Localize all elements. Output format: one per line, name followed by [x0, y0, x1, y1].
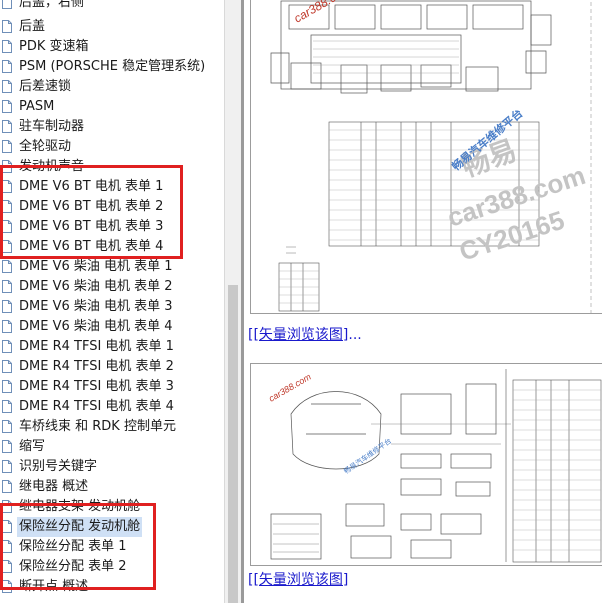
- tree-item-label: DME V6 BT 电机 表单 3: [19, 219, 164, 234]
- document-icon: [2, 300, 12, 313]
- tree-item-label: PASM: [19, 99, 55, 114]
- document-icon: [2, 260, 12, 273]
- document-tree[interactable]: 后盖，右侧后盖 PDK 变速箱 PSM (PORSCHE 稳定管理系统) 后差速锁 PA…: [0, 0, 224, 603]
- document-icon: [2, 140, 12, 153]
- tree-item-label: 缩写: [19, 439, 46, 454]
- tree-item-label: DME V6 柴油 电机 表单 1: [19, 259, 173, 274]
- tree-item-label: 驻车制动器: [19, 119, 85, 134]
- tree-item-label: 发动机声音: [19, 159, 85, 174]
- document-icon: [2, 560, 12, 573]
- tree-item-label: DME V6 BT 电机 表单 1: [19, 179, 164, 194]
- document-icon: [2, 440, 12, 453]
- document-icon: [2, 520, 12, 533]
- tree-item-label: 保险丝分配 发动机舱: [17, 517, 143, 537]
- tree-item-label: DME V6 BT 电机 表单 2: [19, 199, 164, 214]
- tree-item-label: 车桥线束 和 RDK 控制单元: [19, 419, 176, 434]
- document-icon: [2, 220, 12, 233]
- document-icon: [2, 400, 12, 413]
- tree-scrollbar[interactable]: [224, 0, 241, 603]
- tree-item-label: 保险丝分配 表单 1: [19, 539, 127, 554]
- document-icon: [2, 120, 12, 133]
- document-icon: [2, 500, 12, 513]
- vector-view-link-1[interactable]: [[矢量浏览该图]...: [248, 324, 362, 344]
- link-2-text[interactable]: [矢量浏览该图]: [253, 572, 348, 588]
- scrollbar-thumb[interactable]: [228, 285, 238, 603]
- tree-item-label: DME R4 TFSI 电机 表单 1: [19, 339, 174, 354]
- wiring-diagram-1[interactable]: car388.com 畅易 car388.com CY20165 畅易汽车维修平…: [250, 0, 602, 314]
- tree-item-label: DME V6 柴油 电机 表单 2: [19, 279, 173, 294]
- tree-item-label: 后盖: [19, 19, 46, 34]
- document-icon: [2, 240, 12, 253]
- tree-item-label: DME V6 柴油 电机 表单 3: [19, 299, 173, 314]
- document-icon: [2, 420, 12, 433]
- tree-item-label: PSM (PORSCHE 稳定管理系统): [19, 59, 206, 74]
- tree-item-label: 后差速锁: [19, 79, 72, 94]
- tree-item-label: DME V6 BT 电机 表单 4: [19, 239, 164, 254]
- document-icon: [2, 280, 12, 293]
- document-icon: [2, 60, 12, 73]
- tree-item-label: 继电器支架 发动机舱: [19, 499, 141, 514]
- tree-item-label: PDK 变速箱: [19, 39, 89, 54]
- tree-item-label: DME R4 TFSI 电机 表单 2: [19, 359, 174, 374]
- tree-item-label: DME R4 TFSI 电机 表单 4: [19, 399, 174, 414]
- document-icon: [2, 0, 12, 9]
- watermark-1: car388.com: [292, 0, 353, 26]
- tree-item-label: 断开点 概述: [19, 579, 89, 594]
- document-icon: [2, 360, 12, 373]
- tree-item-label: 继电器 概述: [19, 479, 89, 494]
- document-icon: [2, 480, 12, 493]
- wiring-diagram-2[interactable]: car388.com 畅易汽车维修平台: [250, 363, 602, 566]
- document-icon: [2, 460, 12, 473]
- document-icon: [2, 380, 12, 393]
- document-icon: [2, 580, 12, 593]
- tree-item-label: DME V6 柴油 电机 表单 4: [19, 319, 173, 334]
- watermark-6: car388.com: [267, 371, 313, 403]
- link-1-text[interactable]: [矢量浏览该图]: [253, 327, 348, 343]
- diagram-viewer: car388.com 畅易 car388.com CY20165 畅易汽车维修平…: [244, 0, 602, 603]
- tree-item-label: 全轮驱动: [19, 139, 72, 154]
- document-icon: [2, 100, 12, 113]
- link-1-trail: ...: [348, 327, 362, 343]
- tree-item-label: 保险丝分配 表单 2: [19, 559, 127, 574]
- document-icon: [2, 180, 12, 193]
- diagram-1-drawing: car388.com 畅易 car388.com CY20165 畅易汽车维修平…: [270, 0, 592, 313]
- tree-item-label: 识别号关键字: [19, 459, 98, 474]
- document-icon: [2, 540, 12, 553]
- diagram-2-drawing: car388.com 畅易汽车维修平台: [267, 369, 602, 563]
- document-icon: [2, 160, 12, 173]
- tree-item-label: 后盖，右侧: [19, 0, 85, 10]
- document-icon: [2, 80, 12, 93]
- watermark-7: 畅易汽车维修平台: [342, 436, 393, 475]
- document-icon: [2, 200, 12, 213]
- document-icon: [2, 320, 12, 333]
- vector-view-link-2[interactable]: [[矢量浏览该图]: [248, 569, 348, 589]
- document-icon: [2, 40, 12, 53]
- tree-item-label: DME R4 TFSI 电机 表单 3: [19, 379, 174, 394]
- document-icon: [2, 20, 12, 33]
- document-icon: [2, 340, 12, 353]
